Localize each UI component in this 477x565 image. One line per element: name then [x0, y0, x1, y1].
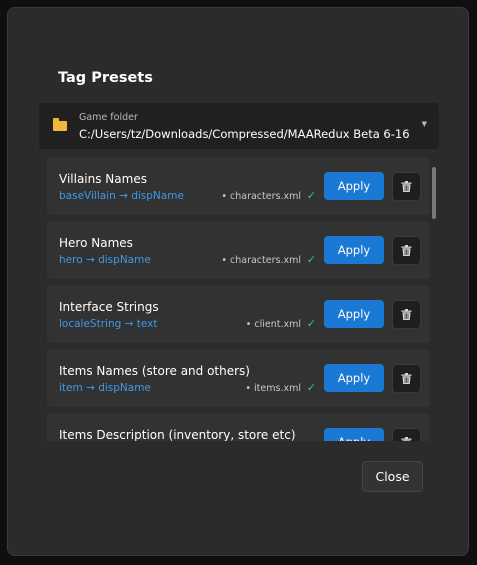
delete-button[interactable] [392, 364, 421, 393]
preset-list-scrollbar[interactable] [432, 167, 436, 219]
preset-item-items-names: Items Names (store and others) item → di… [47, 349, 430, 407]
dialog-title: Tag Presets [58, 70, 153, 86]
check-icon: ✓ [306, 253, 316, 266]
game-folder-selector[interactable]: Game folder C:/Users/tz/Downloads/Compre… [39, 103, 439, 149]
preset-mapping: hero → dispName [59, 254, 151, 266]
preset-mapping: baseVillain → dispName [59, 190, 184, 202]
folder-icon [53, 118, 67, 131]
preset-name: Interface Strings [59, 300, 159, 314]
game-folder-path: C:/Users/tz/Downloads/Compressed/MAARedu… [79, 127, 410, 141]
tag-presets-dialog: Tag Presets Game folder C:/Users/tz/Down… [7, 7, 469, 556]
delete-button[interactable] [392, 300, 421, 329]
check-icon: ✓ [306, 189, 316, 202]
preset-item-villains-names: Villains Names baseVillain → dispName • … [47, 157, 430, 215]
preset-name: Hero Names [59, 236, 133, 250]
trash-icon [401, 373, 412, 384]
trash-icon [401, 245, 412, 256]
trash-icon [401, 309, 412, 320]
apply-button[interactable]: Apply [324, 172, 384, 200]
delete-button[interactable] [392, 428, 421, 441]
check-icon: ✓ [306, 381, 316, 394]
check-icon: ✓ [306, 317, 316, 330]
preset-name: Villains Names [59, 172, 147, 186]
preset-file: • characters.xml [221, 191, 301, 202]
preset-name: Items Description (inventory, store etc) [59, 428, 296, 441]
chevron-down-icon[interactable]: ▼ [422, 120, 427, 128]
preset-file: • characters.xml [221, 255, 301, 266]
close-button[interactable]: Close [362, 461, 423, 492]
trash-icon [401, 181, 412, 192]
preset-mapping: localeString → text [59, 318, 158, 330]
apply-button[interactable]: Apply [324, 428, 384, 441]
preset-item-items-description: Items Description (inventory, store etc)… [47, 413, 430, 441]
apply-button[interactable]: Apply [324, 364, 384, 392]
preset-list: Villains Names baseVillain → dispName • … [47, 157, 430, 441]
game-folder-label: Game folder [79, 112, 138, 123]
preset-name: Items Names (store and others) [59, 364, 250, 378]
apply-button[interactable]: Apply [324, 236, 384, 264]
preset-item-interface-strings: Interface Strings localeString → text • … [47, 285, 430, 343]
preset-file: • client.xml [245, 319, 301, 330]
apply-button[interactable]: Apply [324, 300, 384, 328]
delete-button[interactable] [392, 236, 421, 265]
preset-item-hero-names: Hero Names hero → dispName • characters.… [47, 221, 430, 279]
trash-icon [401, 437, 412, 441]
delete-button[interactable] [392, 172, 421, 201]
preset-mapping: item → dispName [59, 382, 151, 394]
preset-file: • items.xml [245, 383, 301, 394]
